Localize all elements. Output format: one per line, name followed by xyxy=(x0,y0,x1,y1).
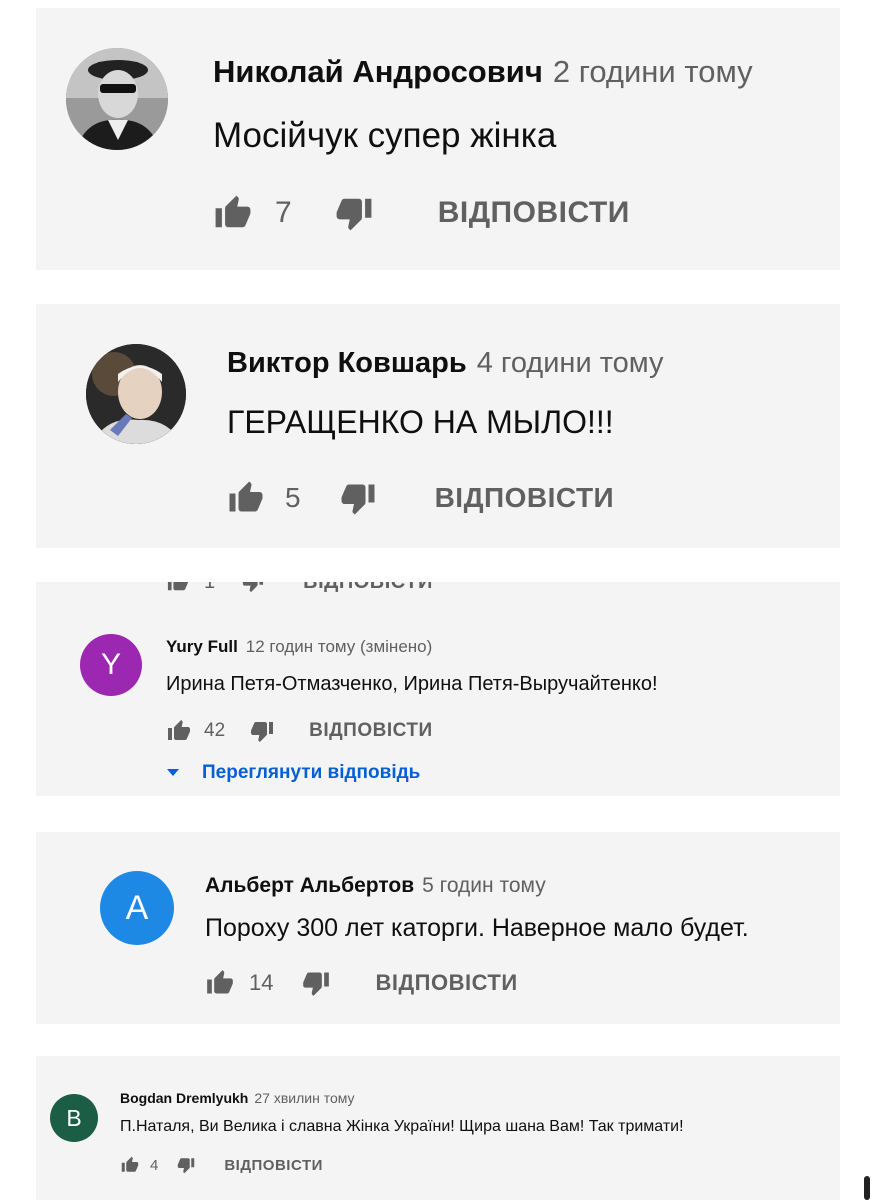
like-count: 1 xyxy=(204,582,215,594)
comment-card: A Альберт Альбертов 5 годин тому Пороху … xyxy=(36,832,840,1024)
thumbs-up-icon[interactable] xyxy=(120,1156,140,1174)
avatar[interactable]: A xyxy=(100,871,174,945)
comment-card: Николай Андросович 2 години тому Мосійчу… xyxy=(36,8,840,270)
comment-time[interactable]: 12 годин тому (змінено) xyxy=(246,637,433,657)
thumbs-down-icon[interactable] xyxy=(241,582,265,593)
like-count: 42 xyxy=(204,720,226,741)
avatar-letter: Y xyxy=(100,648,121,681)
view-replies-label: Переглянути відповідь xyxy=(202,762,421,783)
comment-text: Ирина Петя-Отмазченко, Ирина Петя-Выруча… xyxy=(166,673,658,695)
like-count: 14 xyxy=(249,970,274,995)
view-replies-button[interactable]: Переглянути відповідь xyxy=(166,762,420,784)
reply-button[interactable]: ВІДПОВІСТИ xyxy=(309,720,432,742)
thumbs-up-icon[interactable] xyxy=(213,194,253,232)
reply-button[interactable]: ВІДПОВІСТИ xyxy=(438,196,630,230)
thumbs-down-icon[interactable] xyxy=(249,719,275,743)
avatar[interactable] xyxy=(66,48,168,150)
comment-time[interactable]: 4 години тому xyxy=(477,347,664,380)
comment-time[interactable]: 27 хвилин тому xyxy=(254,1090,354,1106)
reply-button[interactable]: ВІДПОВІСТИ xyxy=(303,582,433,594)
like-count: 4 xyxy=(150,1156,159,1174)
like-count: 5 xyxy=(285,482,301,513)
thumbs-down-icon[interactable] xyxy=(334,194,374,232)
comment-text: Мосійчук супер жінка xyxy=(213,116,557,155)
thumbs-up-icon[interactable] xyxy=(227,480,265,516)
avatar-letter: B xyxy=(66,1104,82,1131)
comment-author[interactable]: Виктор Ковшарь xyxy=(227,347,467,380)
thumbs-up-icon[interactable] xyxy=(166,582,190,593)
caret-down-icon xyxy=(166,768,180,778)
thumbs-down-icon[interactable] xyxy=(301,969,331,997)
comment-text: ГЕРАЩЕНКО НА МЫЛО!!! xyxy=(227,404,614,440)
comment-text: Пороху 300 лет каторги. Наверное мало бу… xyxy=(205,914,749,942)
comment-author[interactable]: Bogdan Dremlyukh xyxy=(120,1090,248,1106)
like-count: 7 xyxy=(275,196,292,229)
avatar-letter: A xyxy=(125,888,149,927)
comment-author[interactable]: Николай Андросович xyxy=(213,54,543,90)
avatar[interactable]: Y xyxy=(80,634,142,696)
cut-off-actions: 1 ВІДПОВІСТИ xyxy=(166,582,433,594)
reply-button[interactable]: ВІДПОВІСТИ xyxy=(375,970,517,996)
reply-button[interactable]: ВІДПОВІСТИ xyxy=(435,482,615,514)
comment-time[interactable]: 2 години тому xyxy=(553,54,753,90)
thumbs-down-icon[interactable] xyxy=(339,480,377,516)
comment-card: Виктор Ковшарь 4 години тому ГЕРАЩЕНКО Н… xyxy=(36,304,840,548)
scrollbar-thumb[interactable] xyxy=(864,1176,870,1200)
comment-time[interactable]: 5 годин тому xyxy=(422,874,546,898)
thumbs-up-icon[interactable] xyxy=(205,969,235,997)
comment-author[interactable]: Альберт Альбертов xyxy=(205,874,414,898)
comment-text: П.Наталя, Ви Велика і славна Жінка Украї… xyxy=(120,1118,684,1135)
thumbs-down-icon[interactable] xyxy=(176,1156,196,1174)
reply-button[interactable]: ВІДПОВІСТИ xyxy=(224,1157,323,1174)
comment-card: B Bogdan Dremlyukh 27 хвилин тому П.Ната… xyxy=(36,1056,840,1200)
thumbs-up-icon[interactable] xyxy=(166,719,192,743)
avatar[interactable]: B xyxy=(50,1094,98,1142)
comment-author[interactable]: Yury Full xyxy=(166,637,238,657)
comment-card: 1 ВІДПОВІСТИ Y Yury Full 12 годин тому (… xyxy=(36,582,840,796)
avatar[interactable] xyxy=(86,344,186,444)
